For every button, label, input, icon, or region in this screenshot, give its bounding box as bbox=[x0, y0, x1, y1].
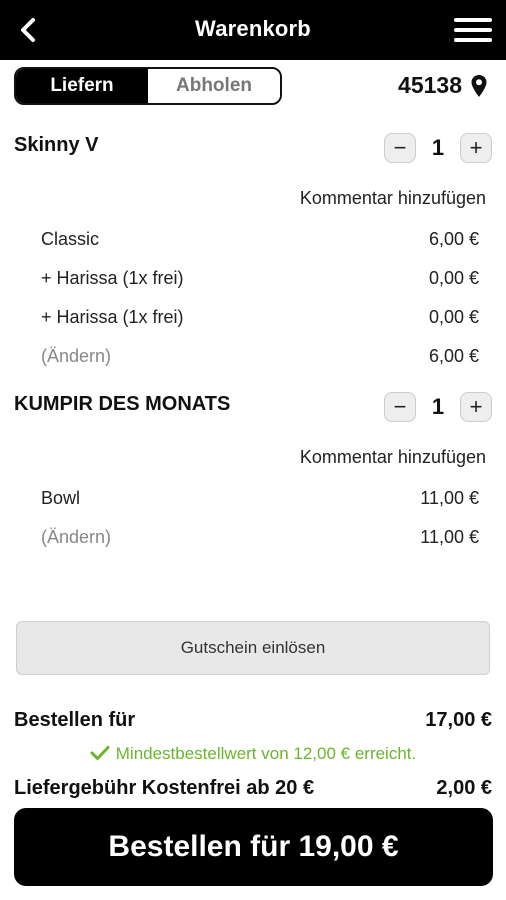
line-item: Classic 6,00 € bbox=[41, 229, 479, 249]
zip-code-selector[interactable]: 45138 bbox=[398, 72, 488, 99]
decrease-quantity-button[interactable]: − bbox=[384, 392, 416, 422]
page-title: Warenkorb bbox=[195, 16, 311, 41]
zip-code: 45138 bbox=[398, 72, 462, 98]
hamburger-menu-icon[interactable] bbox=[454, 18, 492, 44]
delivery-fee-row: Liefergebühr Kostenfrei ab 20 €2,00 € bbox=[14, 777, 492, 799]
add-comment-link[interactable]: Kommentar hinzufügen bbox=[300, 188, 486, 209]
increase-quantity-button[interactable]: + bbox=[460, 392, 492, 422]
cart-item-name: KUMPIR DES MONATS bbox=[14, 393, 231, 415]
order-subtotal-row: Bestellen für 17,00 € bbox=[14, 709, 492, 731]
header-bar: Warenkorb bbox=[0, 0, 506, 60]
place-order-button[interactable]: Bestellen für 19,00 € bbox=[14, 808, 493, 886]
quantity-stepper: − 1 + bbox=[384, 392, 492, 422]
tab-pickup[interactable]: Abholen bbox=[148, 69, 280, 103]
delivery-mode-toggle: Liefern Abholen bbox=[14, 67, 282, 105]
checkmark-icon bbox=[90, 746, 110, 760]
quantity-stepper: − 1 + bbox=[384, 133, 492, 163]
line-item: + Harissa (1x frei) 0,00 € bbox=[41, 307, 479, 327]
decrease-quantity-button[interactable]: − bbox=[384, 133, 416, 163]
line-item: + Harissa (1x frei) 0,00 € bbox=[41, 268, 479, 288]
change-item-link[interactable]: (Ändern) bbox=[41, 346, 111, 367]
line-item: (Ändern) 6,00 € bbox=[41, 346, 479, 367]
increase-quantity-button[interactable]: + bbox=[460, 133, 492, 163]
line-item: (Ändern) 11,00 € bbox=[41, 527, 479, 548]
redeem-voucher-button[interactable]: Gutschein einlösen bbox=[16, 621, 490, 675]
cart-item-name: Skinny V bbox=[14, 134, 99, 156]
change-item-link[interactable]: (Ändern) bbox=[41, 527, 111, 548]
add-comment-link[interactable]: Kommentar hinzufügen bbox=[300, 447, 486, 468]
min-order-message: Mindestbestellwert von 12,00 € erreicht. bbox=[0, 744, 506, 764]
line-item: Bowl 11,00 € bbox=[41, 488, 479, 508]
quantity-value: 1 bbox=[431, 394, 445, 419]
tab-deliver[interactable]: Liefern bbox=[16, 69, 148, 103]
quantity-value: 1 bbox=[431, 135, 445, 160]
location-pin-icon bbox=[471, 74, 487, 97]
